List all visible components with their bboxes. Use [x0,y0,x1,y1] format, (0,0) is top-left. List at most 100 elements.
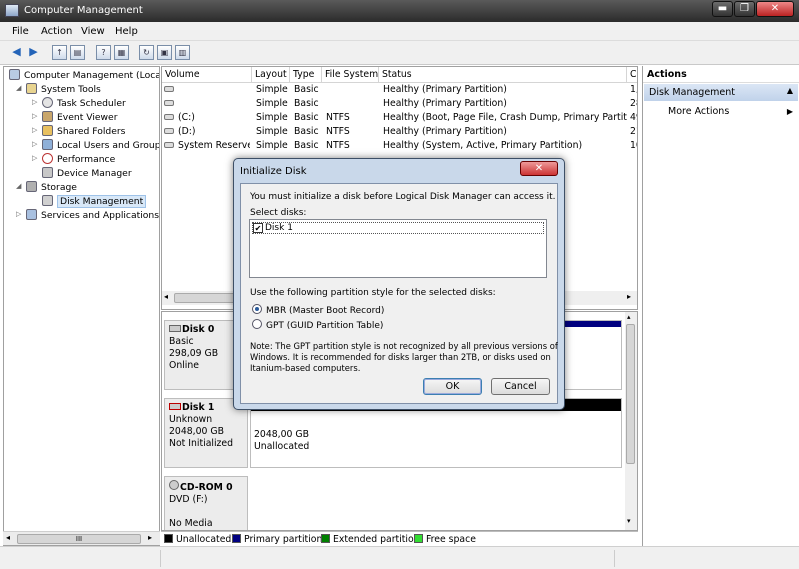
partition-state: Unallocated [254,441,310,452]
layout-cell: Simple [256,126,288,137]
more-actions-item[interactable]: More Actions ▶ [668,106,793,117]
collapse-up-icon[interactable]: ▲ [787,86,793,95]
show-hide-tree-icon[interactable]: ▤ [70,45,85,60]
legend-primary: Primary partition [232,534,322,545]
status-cell: Healthy (Primary Partition) [383,84,507,95]
fs-cell: NTFS [326,126,350,137]
expand-arrow-icon[interactable]: ▷ [32,154,37,162]
refresh-icon[interactable]: ↻ [139,45,154,60]
tree-item-shared-folders[interactable]: ▷ Shared Folders [32,125,125,139]
dialog-close-button[interactable]: ✕ [520,161,558,176]
fs-cell: NTFS [326,140,350,151]
initialize-disk-dialog: Initialize Disk ✕ You must initialize a … [233,158,565,410]
collapse-arrow-icon[interactable]: ◢ [16,182,21,190]
status-cell: Healthy (Boot, Page File, Crash Dump, Pr… [383,112,627,123]
tree-item-storage[interactable]: ◢ Storage [16,181,77,195]
dialog-intro-text: You must initialize a disk before Logica… [250,192,556,202]
actions-section-disk-management[interactable]: Disk Management ▲ [644,84,798,101]
disk-management-icon [42,195,53,206]
cancel-button[interactable]: Cancel [491,378,550,395]
minimize-button[interactable]: ▬ [712,1,733,17]
ok-button[interactable]: OK [423,378,482,395]
unallocated-swatch [164,534,173,543]
scroll-left-icon[interactable]: ◂ [164,292,168,301]
scroll-thumb[interactable] [626,324,635,464]
properties-icon[interactable]: ▦ [114,45,129,60]
gpt-radio[interactable] [252,319,262,329]
toolbar: ◀ ▶ ↑ ▤ ? ▦ ↻ ▣ ▥ [0,41,799,65]
expand-arrow-icon[interactable]: ▷ [32,140,37,148]
expand-arrow-icon[interactable]: ▷ [16,210,21,218]
tree-item-disk-management[interactable]: Disk Management [42,195,147,209]
menu-bar: File Action View Help [0,22,799,41]
tree-item-local-users[interactable]: ▷ Local Users and Groups [32,139,159,153]
scroll-right-icon[interactable]: ▸ [627,292,631,301]
primary-swatch [232,534,241,543]
drive-icon [164,100,174,106]
disk-select-list[interactable]: ✔ Disk 1 [249,219,547,278]
column-header-volume[interactable]: Volume [162,67,252,83]
tree-item-services-applications[interactable]: ▷ Services and Applications [16,209,159,223]
scroll-thumb[interactable]: III [17,534,141,544]
disk-1-checkbox[interactable]: ✔ [253,223,263,233]
users-icon [42,139,53,150]
scroll-down-icon[interactable]: ▾ [627,517,631,525]
actions-header: Actions [643,66,799,83]
scroll-left-icon[interactable]: ◂ [6,533,10,542]
actions-pane: Actions Disk Management ▲ More Actions ▶ [642,66,799,546]
tree-item-event-viewer[interactable]: ▷ Event Viewer [32,111,117,125]
gpt-option[interactable]: GPT (GUID Partition Table) [252,319,383,331]
help-icon[interactable]: ? [96,45,111,60]
cdrom-0-label[interactable]: CD-ROM 0 DVD (F:) No Media [164,476,248,530]
tree-item-performance[interactable]: ▷ Performance [32,153,115,167]
dialog-body: You must initialize a disk before Logica… [240,183,558,404]
tree-item-system-tools[interactable]: ◢ System Tools [16,83,101,97]
status-cell: Healthy (Primary Partition) [383,98,507,109]
drive-icon [164,142,174,148]
drive-icon [164,86,174,92]
column-header-status[interactable]: Status [379,67,627,83]
cdrom-icon [169,480,179,490]
back-arrow-icon[interactable]: ◀ [9,45,24,60]
forward-arrow-icon[interactable]: ▶ [26,45,41,60]
collapse-arrow-icon[interactable]: ◢ [16,84,21,92]
maximize-button[interactable]: ❐ [734,1,755,17]
expand-arrow-icon[interactable]: ▷ [32,126,37,134]
up-folder-icon[interactable]: ↑ [52,45,67,60]
tree-item-task-scheduler[interactable]: ▷ Task Scheduler [32,97,126,111]
mbr-option[interactable]: MBR (Master Boot Record) [252,304,384,316]
scroll-up-icon[interactable]: ▴ [627,313,631,321]
menu-help[interactable]: Help [115,26,138,37]
export-list-icon[interactable]: ▣ [157,45,172,60]
status-divider [614,550,615,567]
disk-1-list-item[interactable]: ✔ Disk 1 [252,222,544,234]
expand-arrow-icon[interactable]: ▷ [32,98,37,106]
column-header-type[interactable]: Type [290,67,322,83]
menu-file[interactable]: File [12,26,29,37]
mbr-radio[interactable] [252,304,262,314]
console-icon[interactable]: ▥ [175,45,190,60]
column-header-capacity[interactable]: C [627,67,637,83]
legend-unallocated: Unallocated [164,534,231,545]
event-log-icon [42,111,53,122]
tree-horizontal-scrollbar[interactable]: ◂ III ▸ [3,531,160,545]
type-cell: Basic [294,84,319,95]
volume-cell: System Reserved [164,140,250,151]
menu-action[interactable]: Action [41,26,72,37]
disk-area-vertical-scrollbar[interactable]: ▴ ▾ [625,312,637,530]
layout-cell: Simple [256,98,288,109]
scroll-right-icon[interactable]: ▸ [148,533,152,542]
performance-icon [42,153,53,164]
type-cell: Basic [294,98,319,109]
gpt-note: Note: The GPT partition style is not rec… [250,341,558,373]
column-header-layout[interactable]: Layout [252,67,290,83]
tree-item-device-manager[interactable]: Device Manager [42,167,132,181]
capacity-cell: 21 [630,126,637,137]
close-button[interactable]: ✕ [756,1,794,17]
column-header-file-system[interactable]: File System [322,67,379,83]
tree-item-computer-management[interactable]: Computer Management (Local [9,69,159,83]
menu-view[interactable]: View [81,26,105,37]
type-cell: Basic [294,112,319,123]
layout-cell: Simple [256,112,288,123]
expand-arrow-icon[interactable]: ▷ [32,112,37,120]
